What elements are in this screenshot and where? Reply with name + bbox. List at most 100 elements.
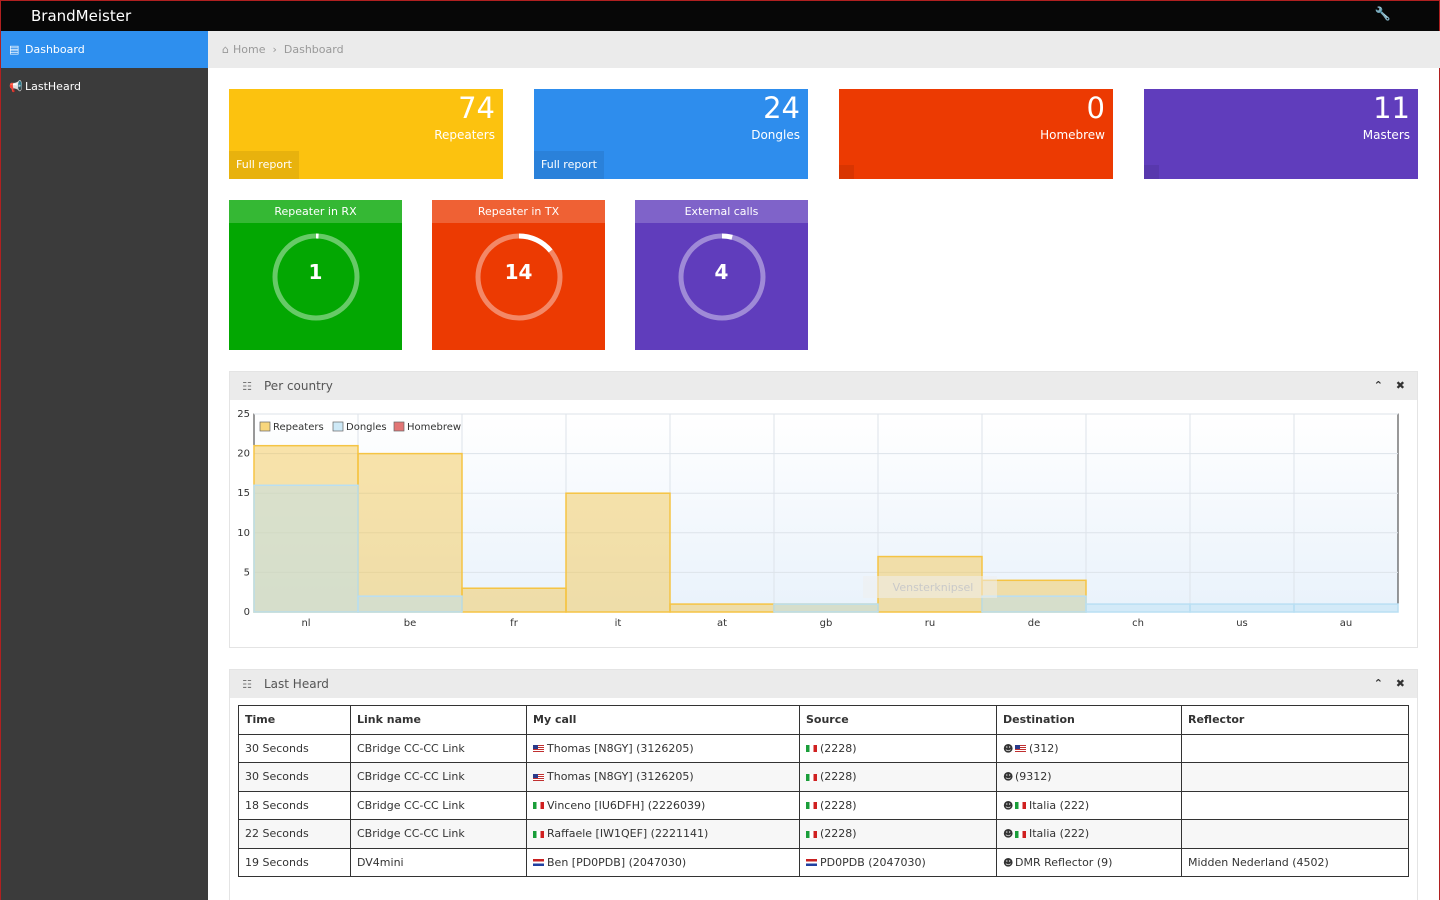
- column-header[interactable]: Reflector: [1181, 705, 1409, 735]
- report-link[interactable]: [1144, 165, 1159, 179]
- last-heard-table: Time Link name My call Source Destinatio…: [238, 705, 1409, 877]
- collapse-icon[interactable]: ⌃: [1374, 677, 1383, 690]
- column-header[interactable]: Destination: [996, 705, 1182, 735]
- cell-link-name: CBridge CC-CC Link: [350, 819, 527, 849]
- cell-source: PD0PDB (2047030): [799, 847, 997, 877]
- close-icon[interactable]: ✖: [1396, 677, 1405, 690]
- group-icon: ☻: [1003, 772, 1014, 784]
- stat-value: 0: [1086, 91, 1105, 125]
- x-axis: nl be fr it at gb ru de ch us au: [301, 618, 1352, 629]
- gauge-title: Repeater in RX: [229, 200, 402, 223]
- legend-swatch-homebrew: [393, 421, 405, 432]
- group-icon: ☻: [1003, 800, 1014, 812]
- table-row[interactable]: 18 Seconds CBridge CC-CC Link Vinceno [IU6…: [238, 790, 1409, 820]
- stat-dongles: 24 Dongles Full report: [534, 89, 808, 179]
- table-icon: ☷: [242, 677, 252, 691]
- x-tick-label: it: [615, 618, 622, 629]
- flag-it-icon: [806, 773, 817, 781]
- call-text[interactable]: Vinceno [IU6DFH] (2226039): [547, 799, 705, 812]
- call-text[interactable]: Thomas [N8GY] (3126205): [547, 770, 694, 783]
- legend-label-repeaters: Repeaters: [273, 422, 324, 433]
- legend-label-dongles: Dongles: [346, 422, 387, 433]
- breadcrumb-current: Dashboard: [283, 43, 344, 56]
- destination-text: Italia (222): [1029, 827, 1090, 841]
- cell-destination: ☻ (312): [996, 733, 1182, 763]
- flag-it-icon: [533, 830, 544, 838]
- bar-chart-icon: ▤: [9, 43, 20, 56]
- bar-dongles-be: [357, 595, 463, 613]
- column-header[interactable]: My call: [526, 705, 800, 735]
- flag-it-icon: [806, 802, 817, 810]
- x-tick-label: de: [1028, 618, 1041, 629]
- flag-it-icon: [533, 802, 544, 810]
- report-link[interactable]: [839, 165, 854, 179]
- destination-text: (312): [1029, 741, 1059, 755]
- column-header[interactable]: Link name: [350, 705, 527, 735]
- flag-it-icon: [1015, 830, 1026, 838]
- table-row[interactable]: 19 Seconds DV4mini Ben [PD0PDB] (2047030) P…: [238, 847, 1409, 877]
- gauge-value: 1: [308, 260, 323, 284]
- cell-destination: ☻ Italia (222): [996, 819, 1182, 849]
- call-text[interactable]: Thomas [N8GY] (3126205): [547, 742, 694, 755]
- gauge-title: Repeater in TX: [432, 200, 605, 223]
- collapse-icon[interactable]: ⌃: [1374, 379, 1383, 392]
- sidebar: ▤ Dashboard 📢 LastHeard: [0, 31, 208, 900]
- table-row[interactable]: 22 Seconds CBridge CC-CC Link Raffaele [IW…: [238, 819, 1409, 849]
- source-text: (2228): [820, 798, 857, 812]
- flag-it-icon: [806, 830, 817, 838]
- legend-label-homebrew: Homebrew: [407, 422, 461, 433]
- bar-dongles-au: [1293, 603, 1399, 613]
- table-row[interactable]: 30 Seconds CBridge CC-CC Link Thomas [N8GY…: [238, 733, 1409, 763]
- sidebar-item-label: Dashboard: [25, 43, 85, 56]
- cell-source: (2228): [799, 762, 997, 792]
- cell-reflector: [1181, 733, 1409, 763]
- source-text: (2228): [820, 770, 857, 784]
- cell-my-call: Raffaele [IW1QEF] (2221141): [526, 819, 800, 849]
- cell-my-call: Thomas [N8GY] (3126205): [526, 762, 800, 792]
- stat-label: Homebrew: [1040, 128, 1105, 142]
- full-report-link[interactable]: Full report: [229, 151, 299, 179]
- legend-swatch-dongles: [332, 421, 344, 432]
- y-tick-label: 15: [237, 488, 250, 499]
- stat-value: 11: [1373, 91, 1410, 125]
- cell-destination: ☻ Italia (222): [996, 790, 1182, 820]
- bar-dongles-nl: [253, 484, 359, 613]
- stat-value: 24: [763, 91, 800, 125]
- column-header[interactable]: Time: [238, 705, 351, 735]
- cell-reflector: [1181, 762, 1409, 792]
- wrench-icon[interactable]: 🔧: [1375, 7, 1391, 22]
- flag-nl-icon: [806, 859, 817, 867]
- cell-reflector: [1181, 790, 1409, 820]
- y-tick-label: 25: [237, 409, 250, 420]
- gauge-repeater-tx: Repeater in TX 14: [432, 200, 605, 350]
- cell-my-call: Ben [PD0PDB] (2047030): [526, 847, 800, 877]
- bar-repeaters-it: [565, 492, 671, 613]
- watermark-text: Vensterknipsel: [893, 581, 974, 594]
- close-icon[interactable]: ✖: [1396, 379, 1405, 392]
- source-text: (2228): [820, 827, 857, 841]
- flag-it-icon: [1015, 802, 1026, 810]
- gauge-title: External calls: [635, 200, 808, 223]
- per-country-chart: 0 5 10 15 20 25 nl be fr it at gb ru de ch us au Repeat…: [237, 409, 1399, 629]
- breadcrumb-home[interactable]: Home: [233, 43, 265, 56]
- sidebar-item-dashboard[interactable]: ▤ Dashboard: [1, 31, 208, 68]
- call-text[interactable]: Ben [PD0PDB] (2047030): [547, 856, 686, 869]
- cell-time: 30 Seconds: [238, 762, 351, 792]
- table-row[interactable]: 30 Seconds CBridge CC-CC Link Thomas [N8GY…: [238, 762, 1409, 792]
- bar-repeaters-at: [669, 603, 775, 613]
- y-tick-label: 20: [237, 449, 250, 460]
- stat-repeaters: 74 Repeaters Full report: [229, 89, 503, 179]
- y-axis: 0 5 10 15 20 25: [237, 409, 250, 618]
- brand-title[interactable]: BrandMeister: [31, 7, 131, 25]
- bar-repeaters-fr: [461, 587, 567, 613]
- full-report-link[interactable]: Full report: [534, 151, 604, 179]
- column-header[interactable]: Source: [799, 705, 997, 735]
- home-icon: ⌂: [222, 43, 229, 56]
- x-tick-label: fr: [510, 618, 519, 629]
- cell-my-call: Vinceno [IU6DFH] (2226039): [526, 790, 800, 820]
- source-text: (2228): [820, 741, 857, 755]
- sidebar-item-lastheard[interactable]: 📢 LastHeard: [1, 68, 208, 105]
- call-text[interactable]: Raffaele [IW1QEF] (2221141): [547, 827, 708, 840]
- y-tick-label: 5: [244, 567, 250, 578]
- gauge-value: 14: [504, 260, 533, 284]
